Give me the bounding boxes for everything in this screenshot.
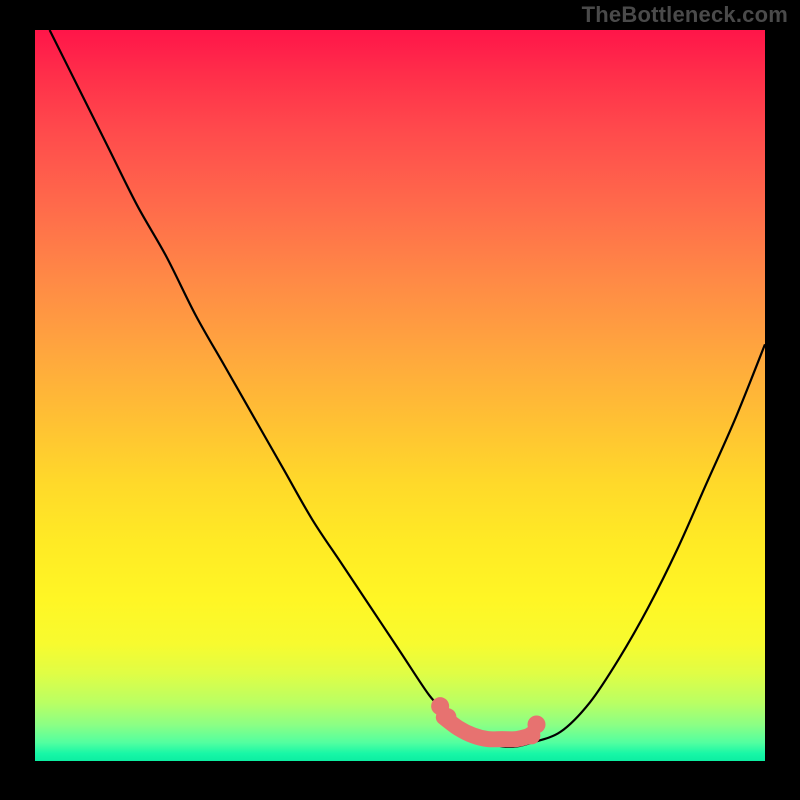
plot-area bbox=[35, 30, 765, 761]
optimal-point bbox=[438, 708, 456, 726]
chart-frame: TheBottleneck.com bbox=[0, 0, 800, 800]
watermark-label: TheBottleneck.com bbox=[582, 2, 788, 28]
optimal-flat-segment bbox=[444, 717, 532, 739]
chart-svg bbox=[35, 30, 765, 761]
frame-border-left bbox=[0, 0, 35, 800]
optimal-point bbox=[528, 715, 546, 733]
bottleneck-curve bbox=[50, 30, 765, 747]
frame-border-right bbox=[765, 0, 800, 800]
frame-border-bottom bbox=[35, 761, 765, 800]
